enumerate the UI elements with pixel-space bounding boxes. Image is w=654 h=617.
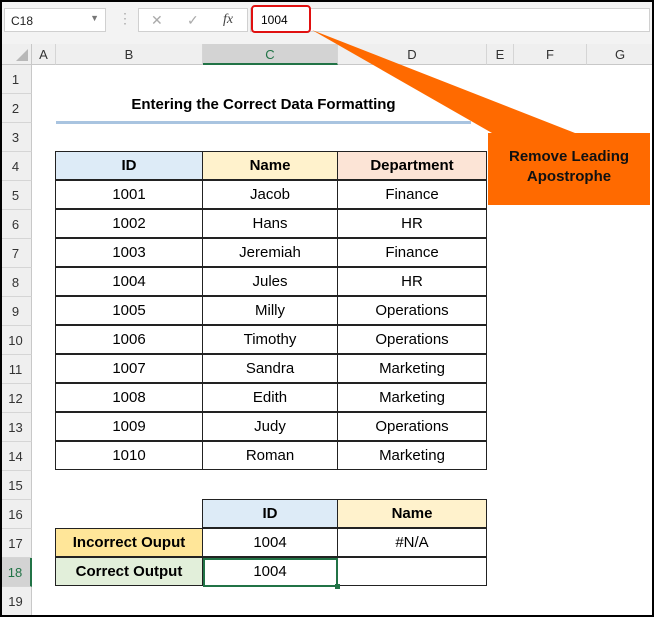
formula-value[interactable]: 1004 bbox=[251, 5, 311, 33]
callout-arrow bbox=[312, 30, 575, 133]
callout-box: Remove Leading Apostrophe bbox=[488, 133, 650, 205]
